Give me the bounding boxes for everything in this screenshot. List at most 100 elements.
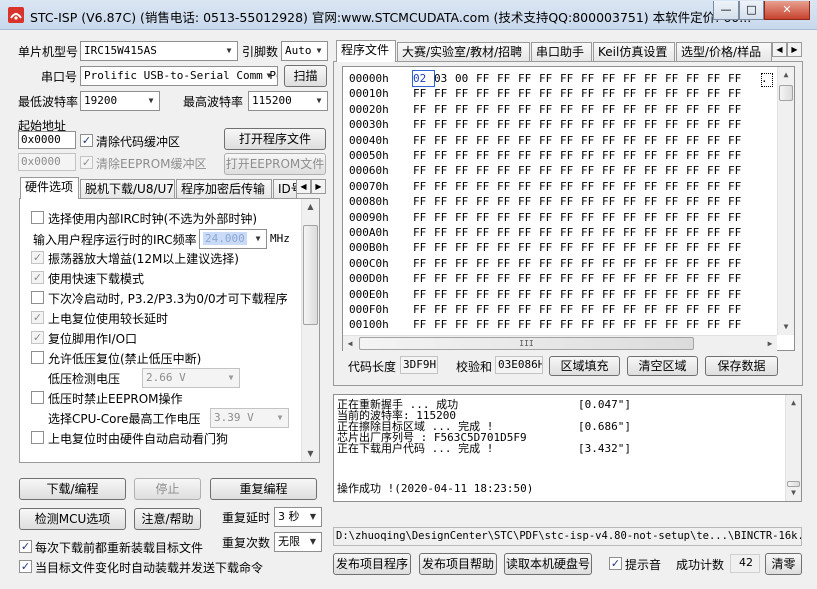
hex-byte[interactable]: FF: [413, 148, 434, 163]
hex-byte[interactable]: FF: [560, 117, 581, 132]
hex-byte[interactable]: FF: [644, 210, 665, 225]
hex-byte[interactable]: FF: [455, 240, 476, 255]
hex-byte[interactable]: FF: [539, 163, 560, 178]
hex-byte[interactable]: FF: [497, 133, 518, 148]
options-scroll-thumb[interactable]: [303, 225, 318, 325]
hex-byte[interactable]: FF: [665, 148, 686, 163]
hex-byte[interactable]: FF: [686, 163, 707, 178]
hex-byte[interactable]: FF: [728, 271, 749, 286]
hex-byte[interactable]: FF: [728, 102, 749, 117]
hex-byte[interactable]: FF: [476, 102, 497, 117]
hex-byte[interactable]: FF: [413, 163, 434, 178]
hex-byte[interactable]: FF: [413, 287, 434, 302]
hex-byte[interactable]: FF: [581, 225, 602, 240]
hex-hscroll-thumb[interactable]: III: [359, 337, 694, 350]
tab-program-file[interactable]: 程序文件: [336, 40, 396, 62]
hex-byte[interactable]: FF: [434, 240, 455, 255]
hex-byte[interactable]: FF: [539, 179, 560, 194]
hex-byte[interactable]: FF: [707, 71, 728, 86]
hex-byte[interactable]: FF: [560, 163, 581, 178]
hex-byte[interactable]: FF: [581, 302, 602, 317]
hex-byte[interactable]: FF: [560, 148, 581, 163]
hex-byte[interactable]: FF: [413, 317, 434, 332]
hex-byte[interactable]: FF: [644, 71, 665, 86]
hex-byte[interactable]: FF: [644, 133, 665, 148]
log-scrollbar[interactable]: ▲ ▼: [785, 395, 801, 501]
hex-byte[interactable]: FF: [728, 194, 749, 209]
hex-byte[interactable]: FF: [665, 86, 686, 101]
hex-byte[interactable]: FF: [728, 256, 749, 271]
hex-byte[interactable]: FF: [665, 163, 686, 178]
hex-byte[interactable]: FF: [665, 194, 686, 209]
hex-byte[interactable]: FF: [728, 179, 749, 194]
hex-hscrollbar[interactable]: ◀ III ▶: [343, 335, 777, 351]
hex-byte[interactable]: FF: [455, 256, 476, 271]
hex-byte[interactable]: FF: [434, 86, 455, 101]
hex-byte[interactable]: FF: [434, 302, 455, 317]
hex-byte[interactable]: FF: [602, 179, 623, 194]
hex-byte[interactable]: FF: [497, 71, 518, 86]
hex-byte[interactable]: FF: [455, 86, 476, 101]
hex-byte[interactable]: FF: [476, 86, 497, 101]
scroll-down-icon[interactable]: ▼: [778, 319, 794, 335]
hex-byte[interactable]: FF: [434, 317, 455, 332]
hex-byte[interactable]: FF: [518, 148, 539, 163]
hex-byte[interactable]: FF: [623, 86, 644, 101]
hex-byte[interactable]: FF: [455, 317, 476, 332]
hex-byte[interactable]: FF: [665, 133, 686, 148]
hex-byte[interactable]: FF: [560, 71, 581, 86]
maximize-button[interactable]: □: [739, 1, 764, 20]
cold-boot-pin-checkbox[interactable]: [31, 291, 44, 304]
tab-serial-assistant[interactable]: 串口助手: [531, 42, 592, 61]
repeat-program-button[interactable]: 重复编程: [210, 478, 317, 500]
publish-program-button[interactable]: 发布项目程序: [333, 553, 411, 575]
hex-byte[interactable]: FF: [581, 102, 602, 117]
hex-byte[interactable]: FF: [413, 102, 434, 117]
hex-byte[interactable]: FF: [518, 71, 539, 86]
hex-byte[interactable]: FF: [476, 302, 497, 317]
hex-byte[interactable]: FF: [707, 256, 728, 271]
hex-byte[interactable]: FF: [560, 86, 581, 101]
open-program-file-button[interactable]: 打开程序文件: [224, 128, 326, 150]
auto-watchdog-checkbox[interactable]: [31, 431, 44, 444]
hex-byte[interactable]: FF: [560, 256, 581, 271]
hex-byte[interactable]: FF: [728, 163, 749, 178]
oscillator-gain-checkbox[interactable]: ✓: [31, 251, 44, 264]
lvd-eeprom-checkbox[interactable]: [31, 391, 44, 404]
hex-byte[interactable]: FF: [602, 271, 623, 286]
hex-byte[interactable]: FF: [707, 317, 728, 332]
clear-eeprom-buffer-checkbox[interactable]: ✓: [80, 156, 93, 169]
hex-byte[interactable]: FF: [518, 271, 539, 286]
hex-byte[interactable]: FF: [560, 210, 581, 225]
hex-byte[interactable]: FF: [623, 240, 644, 255]
hex-byte[interactable]: FF: [560, 102, 581, 117]
hex-byte[interactable]: FF: [602, 210, 623, 225]
hex-byte[interactable]: FF: [518, 256, 539, 271]
hex-byte[interactable]: FF: [518, 287, 539, 302]
hex-byte[interactable]: FF: [455, 271, 476, 286]
hex-byte[interactable]: 02: [412, 70, 435, 87]
hex-byte[interactable]: FF: [560, 133, 581, 148]
hex-byte[interactable]: FF: [665, 302, 686, 317]
pin-count-select[interactable]: Auto ▼: [281, 41, 328, 61]
clear-count-button[interactable]: 清零: [765, 553, 802, 575]
hex-byte[interactable]: FF: [434, 148, 455, 163]
hex-byte[interactable]: FF: [728, 133, 749, 148]
help-button[interactable]: 注意/帮助: [134, 508, 201, 530]
hex-byte[interactable]: FF: [413, 240, 434, 255]
hex-byte[interactable]: FF: [707, 240, 728, 255]
hex-byte[interactable]: FF: [707, 117, 728, 132]
auto-reload-checkbox[interactable]: ✓: [19, 560, 32, 573]
hex-byte[interactable]: FF: [518, 179, 539, 194]
scroll-right-icon[interactable]: ▶: [763, 336, 777, 352]
tab-scroll-right-icon[interactable]: ▶: [311, 179, 326, 194]
hex-byte[interactable]: FF: [728, 210, 749, 225]
hex-byte[interactable]: FF: [518, 86, 539, 101]
hex-byte[interactable]: FF: [560, 287, 581, 302]
hex-byte[interactable]: FF: [476, 256, 497, 271]
hex-byte[interactable]: FF: [581, 148, 602, 163]
hex-byte[interactable]: FF: [497, 225, 518, 240]
hex-byte[interactable]: FF: [476, 179, 497, 194]
hex-byte[interactable]: FF: [707, 271, 728, 286]
hex-byte[interactable]: FF: [602, 71, 623, 86]
